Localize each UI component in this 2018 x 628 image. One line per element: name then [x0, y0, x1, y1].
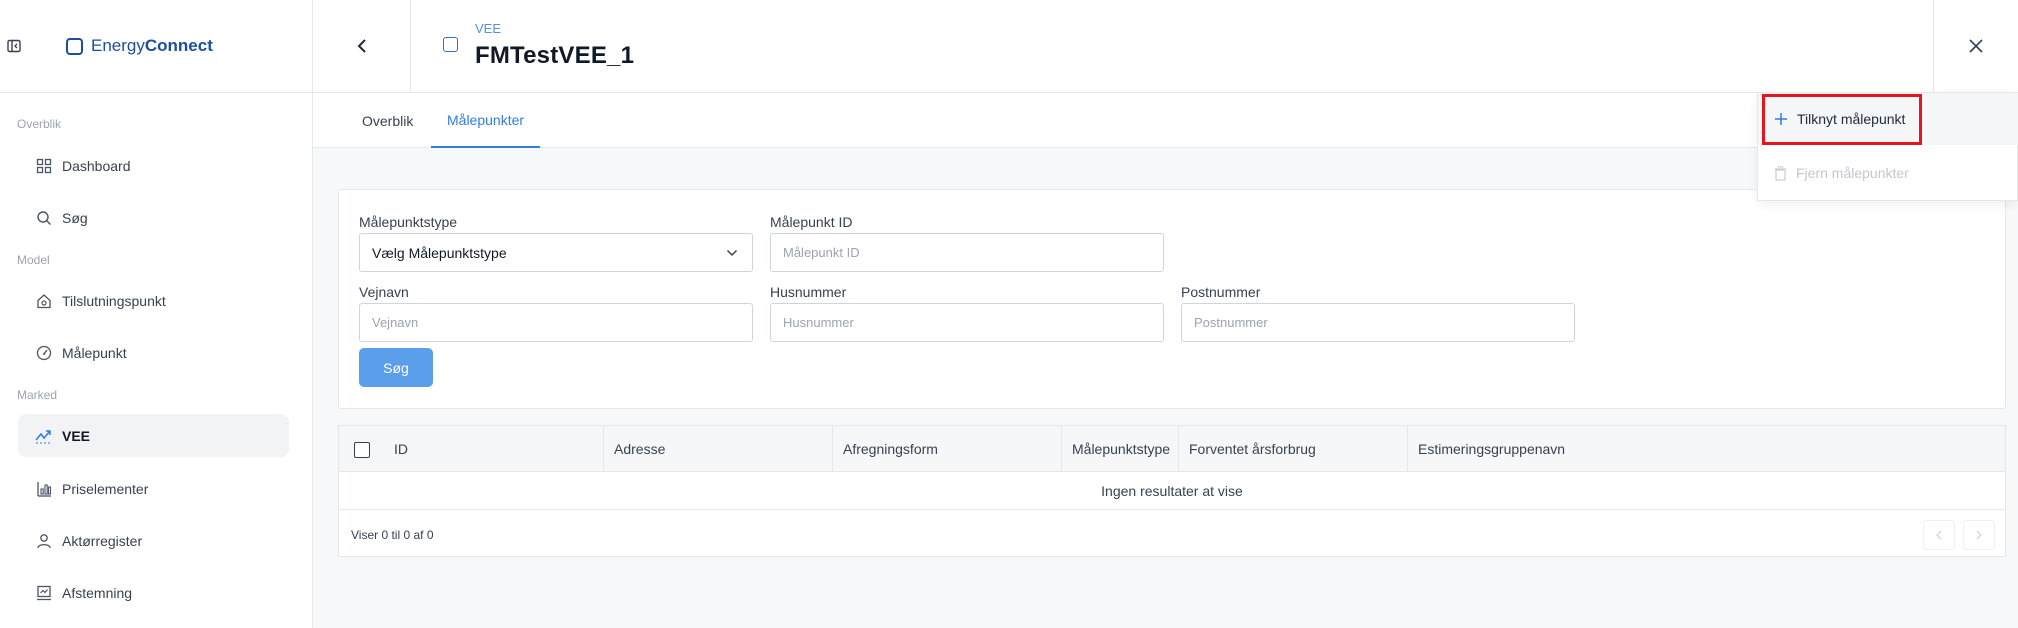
sidebar-item-metering-point[interactable]: Målepunkt: [18, 331, 289, 374]
chevron-right-icon: [1976, 530, 1982, 540]
sidebar-item-label: Priselementer: [62, 480, 149, 497]
logo-icon: [66, 37, 83, 55]
sidebar-item-label: Dashboard: [62, 157, 131, 174]
sidebar-item-price-elements[interactable]: Priselementer: [18, 467, 289, 510]
column-header-type[interactable]: Målepunktstype: [1061, 426, 1178, 472]
chevron-down-icon: [726, 249, 738, 256]
app-logo[interactable]: EnergyConnect: [66, 36, 213, 56]
sidebar-item-connection-point[interactable]: Tilslutningspunkt: [18, 279, 289, 322]
remove-metering-points-label: Fjern målepunkter: [1796, 165, 1909, 181]
empty-state-row: Ingen resultater at vise: [339, 472, 2005, 510]
sidebar: EnergyConnect Overblik Dashboard Søg Mod…: [0, 0, 313, 628]
sidebar-item-search[interactable]: Søg: [18, 196, 289, 239]
section-label-market: Marked: [17, 388, 58, 402]
previous-page-button[interactable]: [1923, 520, 1955, 550]
postal-code-input[interactable]: Postnummer: [1181, 303, 1575, 342]
sidebar-item-label: Tilslutningspunkt: [62, 292, 166, 309]
remove-metering-points-item[interactable]: Fjern målepunkter: [1758, 147, 2018, 199]
metering-id-input[interactable]: Målepunkt ID: [770, 233, 1164, 272]
page-header: VEE FMTestVEE_1: [313, 0, 2018, 93]
column-header-expected-consumption[interactable]: Forventet årsforbrug: [1178, 426, 1407, 472]
back-button[interactable]: [313, 0, 411, 92]
checkbox-chart-icon: [35, 584, 52, 601]
section-label-overview: Overblik: [17, 117, 62, 131]
page-title: FMTestVEE_1: [475, 42, 635, 69]
column-header-id[interactable]: ID: [384, 426, 605, 472]
pagination-summary: Viser 0 til 0 af 0: [351, 528, 434, 542]
sidebar-item-label: Afstemning: [62, 584, 133, 601]
sidebar-item-label: VEE: [62, 427, 91, 444]
select-all-checkbox[interactable]: [354, 442, 370, 458]
vee-square-icon: [443, 37, 458, 52]
sidebar-item-dashboard[interactable]: Dashboard: [18, 144, 289, 187]
metering-id-placeholder: Målepunkt ID: [783, 245, 860, 260]
street-placeholder: Vejnavn: [372, 315, 419, 330]
metering-points-table: ID Adresse Afregningsform Målepunktstype…: [338, 425, 2006, 557]
house-number-input[interactable]: Husnummer: [770, 303, 1164, 342]
street-input[interactable]: Vejnavn: [359, 303, 753, 342]
house-number-placeholder: Husnummer: [783, 315, 854, 330]
chevron-left-icon: [357, 39, 366, 53]
close-icon: [1969, 39, 1983, 53]
section-label-model: Model: [17, 253, 50, 267]
sidebar-item-label: Målepunkt: [62, 344, 127, 361]
sidebar-item-reconciliation[interactable]: Afstemning: [18, 571, 289, 614]
trend-icon: [35, 427, 52, 444]
column-header-address[interactable]: Adresse: [603, 426, 832, 472]
collapse-sidebar-button[interactable]: [0, 0, 28, 92]
search-button[interactable]: Søg: [359, 348, 433, 387]
sidebar-item-label: Søg: [62, 209, 88, 226]
sidebar-item-label: Aktørregister: [62, 532, 143, 549]
gauge-icon: [35, 344, 52, 361]
sidebar-divider: [0, 92, 313, 93]
metering-id-label: Målepunkt ID: [770, 214, 853, 230]
chevron-left-icon: [1936, 530, 1942, 540]
postal-code-label: Postnummer: [1181, 284, 1261, 300]
brand-name-part2: Connect: [144, 36, 213, 55]
highlight-annotation: [1762, 94, 1922, 145]
trash-icon: [1774, 165, 1787, 181]
bar-chart-icon: [35, 480, 52, 497]
column-header-estimation-group[interactable]: Estimeringsgruppenavn: [1407, 426, 1635, 472]
house-number-label: Husnummer: [770, 284, 847, 300]
sidebar-toggle-icon: [7, 39, 21, 53]
column-header-settlement[interactable]: Afregningsform: [832, 426, 1061, 472]
table-header: ID Adresse Afregningsform Målepunktstype…: [339, 426, 2005, 472]
metering-type-value: Vælg Målepunktstype: [372, 244, 507, 261]
postal-code-placeholder: Postnummer: [1194, 315, 1268, 330]
metering-type-label: Målepunktstype: [359, 214, 458, 230]
sidebar-item-actor-register[interactable]: Aktørregister: [18, 519, 289, 562]
house-icon: [35, 292, 52, 309]
breadcrumb[interactable]: VEE: [475, 21, 501, 36]
user-icon: [35, 532, 52, 549]
next-page-button[interactable]: [1963, 520, 1995, 550]
grid-icon: [35, 157, 52, 174]
brand-name-part1: Energy: [91, 36, 145, 55]
tab-overview[interactable]: Overblik: [346, 93, 429, 148]
metering-type-select[interactable]: Vælg Målepunktstype: [359, 233, 753, 272]
sidebar-item-vee[interactable]: VEE: [18, 414, 289, 457]
search-icon: [35, 209, 52, 226]
filter-panel: Målepunktstype Vælg Målepunktstype Målep…: [338, 189, 2006, 409]
close-button[interactable]: [1933, 0, 2018, 92]
tab-metering-points[interactable]: Målepunkter: [431, 93, 541, 148]
street-label: Vejnavn: [359, 284, 409, 300]
